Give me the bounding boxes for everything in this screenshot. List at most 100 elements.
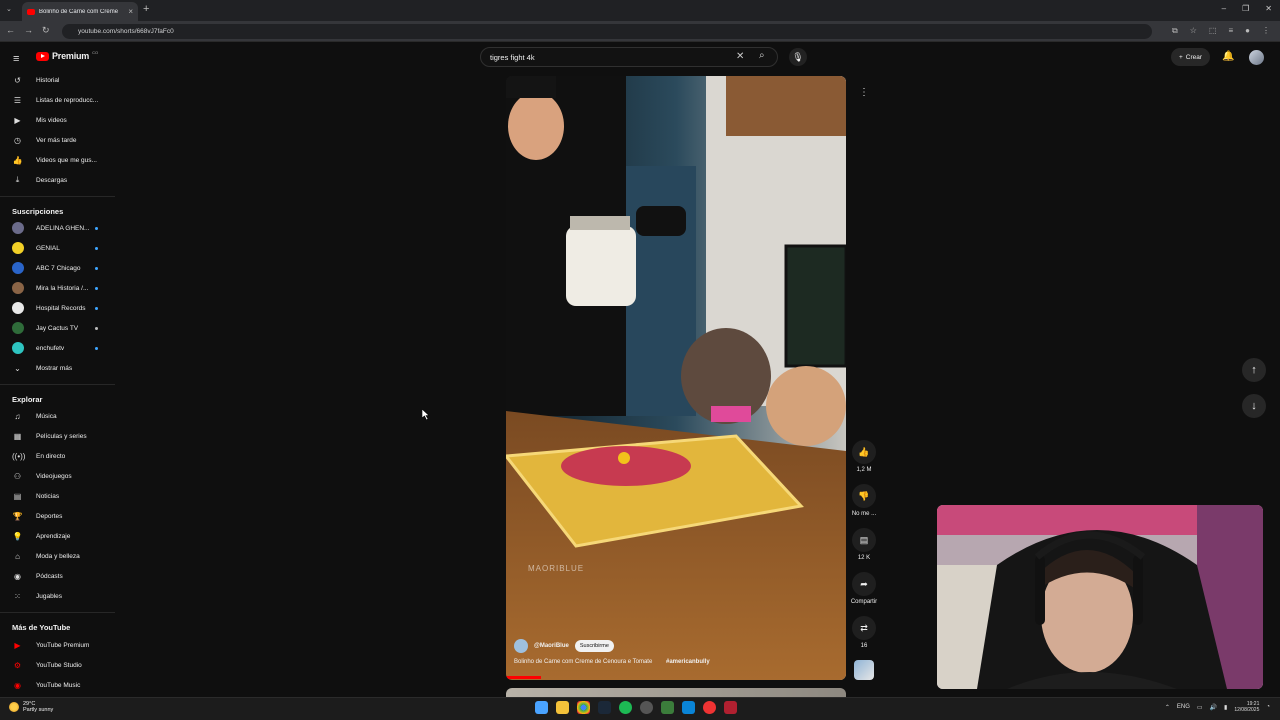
sidebar-item-label: YouTube Music <box>36 681 81 689</box>
search-input[interactable]: tigres fight 4k <box>480 47 778 67</box>
sidebar-item-subscription[interactable]: Mira la Historia /... <box>0 278 115 298</box>
subscribe-button[interactable]: Suscribirme <box>574 640 614 652</box>
account-avatar[interactable] <box>1249 50 1264 65</box>
webcam-frame <box>937 505 1263 689</box>
thumbs-down-icon: 👎 <box>852 484 876 508</box>
sidebar-item-watch-later[interactable]: ◷ Ver más tarde <box>0 130 115 150</box>
minimize-icon[interactable]: – <box>1222 4 1226 13</box>
tab-close-icon[interactable]: × <box>128 7 133 16</box>
show-more-button[interactable]: ⌄ Mostrar más <box>0 358 115 378</box>
file-explorer-icon[interactable] <box>556 701 569 714</box>
bookmark-icon[interactable]: ☆ <box>1190 26 1197 36</box>
sidebar-item-label: Listas de reproducc... <box>36 96 99 104</box>
sidebar-item-yt-studio[interactable]: ⚙ YouTube Studio <box>0 655 115 675</box>
media-icon[interactable]: ≡ <box>1228 26 1233 36</box>
close-window-icon[interactable]: ✕ <box>1265 4 1272 13</box>
weather-text: 29°C Partly sunny <box>23 701 53 713</box>
sidebar-item-movies[interactable]: ▦ Películas y series <box>0 426 115 446</box>
sidebar-item-subscription[interactable]: ABC 7 Chicago <box>0 258 115 278</box>
sidebar-item-music[interactable]: ♫ Música <box>0 406 115 426</box>
network-icon[interactable]: ▭ <box>1197 704 1203 711</box>
clock[interactable]: 19:21 12/08/2025 <box>1234 701 1259 713</box>
tab-search-icon[interactable]: ⌄ <box>6 5 12 13</box>
sidebar-item-playlists[interactable]: ☰ Listas de reproducc... <box>0 90 115 110</box>
hashtag-link[interactable]: #americanbully <box>666 659 710 665</box>
sidebar-item-subscription[interactable]: Jay Cactus TV <box>0 318 115 338</box>
sidebar-item-learning[interactable]: 💡 Aprendizaje <box>0 526 115 546</box>
sidebar-item-label: Pódcasts <box>36 572 63 580</box>
open-in-app-icon[interactable]: ⧉ <box>1172 26 1178 36</box>
search-icon[interactable]: ⌕ <box>759 50 765 61</box>
url-field[interactable]: youtube.com/shorts/668vJ7faFc0 <box>62 24 1152 39</box>
app-icon[interactable] <box>661 701 674 714</box>
previous-short-arrow-up-icon[interactable]: ↑ <box>1242 358 1266 382</box>
sidebar-item-gaming[interactable]: ⚇ Videojuegos <box>0 466 115 486</box>
sidebar-item-subscription[interactable]: ADELINA GHEN... <box>0 218 115 238</box>
hamburger-menu-icon[interactable]: ≡ <box>13 53 19 65</box>
profile-icon[interactable]: ● <box>1245 26 1250 36</box>
sidebar-item-playables[interactable]: ⁙ Jugables <box>0 586 115 606</box>
history-icon: ↺ <box>14 75 21 85</box>
calendar-app-icon[interactable] <box>724 701 737 714</box>
youtube-premium-icon: ▶ <box>14 640 21 650</box>
comments-button[interactable]: ▤ 12 K <box>848 528 880 561</box>
sidebar-item-my-videos[interactable]: ▶ Mis videos <box>0 110 115 130</box>
channel-avatar <box>12 222 24 234</box>
sidebar-item-yt-premium[interactable]: ▶ YouTube Premium <box>0 635 115 655</box>
sidebar-item-news[interactable]: ▤ Noticias <box>0 486 115 506</box>
channel-name[interactable]: @MaoriBlue <box>534 643 569 649</box>
sidebar-item-live[interactable]: ((•)) En directo <box>0 446 115 466</box>
store-icon[interactable] <box>682 701 695 714</box>
create-button[interactable]: + Crear <box>1171 48 1211 66</box>
next-short-arrow-down-icon[interactable]: ↓ <box>1242 394 1266 418</box>
forward-icon[interactable]: → <box>24 25 33 36</box>
volume-icon[interactable]: 🔊 <box>1210 704 1217 711</box>
comment-count: 12 K <box>857 555 871 561</box>
sidebar-item-downloads[interactable]: ⤓ Descargas <box>0 170 115 190</box>
dislike-button[interactable]: 👎 No me ... <box>848 484 880 517</box>
sidebar-item-history[interactable]: ↺ Historial <box>0 70 115 90</box>
windows-start-icon[interactable] <box>535 701 548 714</box>
battery-icon[interactable]: ▮ <box>1224 704 1227 711</box>
spotify-icon[interactable] <box>619 701 632 714</box>
channel-avatar[interactable] <box>514 639 528 653</box>
youtube-app-icon[interactable] <box>703 701 716 714</box>
sidebar-item-subscription[interactable]: Hospital Records <box>0 298 115 318</box>
sidebar-item-fashion[interactable]: ⌂ Moda y belleza <box>0 546 115 566</box>
notifications-bell-icon[interactable]: 🔔 <box>1222 51 1234 62</box>
sidebar-divider <box>0 612 115 613</box>
voice-search-mic-icon[interactable]: 🎙 <box>789 48 807 66</box>
weather-widget[interactable]: 29°C Partly sunny <box>9 701 53 713</box>
shorts-video-player[interactable]: MAORIBLUE @MaoriBlue Suscribirme Bolinho… <box>506 76 846 680</box>
chrome-icon[interactable] <box>577 701 590 714</box>
more-options-icon[interactable]: ⋮ <box>856 87 872 103</box>
sidebar-item-liked[interactable]: 👍 Videos que me gus... <box>0 150 115 170</box>
new-tab-icon[interactable]: + <box>143 3 149 15</box>
extensions-icon[interactable]: ⬚ <box>1209 26 1217 36</box>
reload-icon[interactable]: ↻ <box>42 25 50 36</box>
maximize-icon[interactable]: ❐ <box>1242 4 1249 13</box>
like-button[interactable]: 👍 1,2 M <box>848 440 880 473</box>
back-icon[interactable]: ← <box>6 25 15 36</box>
sound-thumbnail[interactable] <box>854 660 874 680</box>
sidebar-item-podcasts[interactable]: ◉ Pódcasts <box>0 566 115 586</box>
share-button[interactable]: ➦ Compartir <box>848 572 880 605</box>
browser-menu-icon[interactable]: ⋮ <box>1262 26 1270 36</box>
steam-icon[interactable] <box>598 701 611 714</box>
tray-chevron-up-icon[interactable]: ⌃ <box>1165 704 1170 711</box>
sidebar-item-label: Moda y belleza <box>36 552 80 560</box>
sidebar-divider <box>0 196 115 197</box>
sidebar-item-label: YouTube Premium <box>36 641 90 649</box>
clear-search-icon[interactable]: ✕ <box>736 51 744 62</box>
sidebar-item-subscription[interactable]: GENIAL <box>0 238 115 258</box>
obs-icon[interactable] <box>640 701 653 714</box>
remix-button[interactable]: ⇄ 16 <box>848 616 880 649</box>
sidebar-item-subscription[interactable]: enchufetv <box>0 338 115 358</box>
progress-bar[interactable] <box>506 676 541 679</box>
sidebar-item-yt-music[interactable]: ◉ YouTube Music <box>0 675 115 695</box>
language-indicator[interactable]: ENG <box>1177 704 1190 710</box>
browser-tab[interactable]: Bolinho de Carne com Creme × <box>22 2 138 21</box>
notifications-icon[interactable]: ◔ <box>1266 704 1270 710</box>
sidebar-item-sports[interactable]: 🏆 Deportes <box>0 506 115 526</box>
youtube-premium-logo[interactable]: Premium CO <box>36 50 98 61</box>
